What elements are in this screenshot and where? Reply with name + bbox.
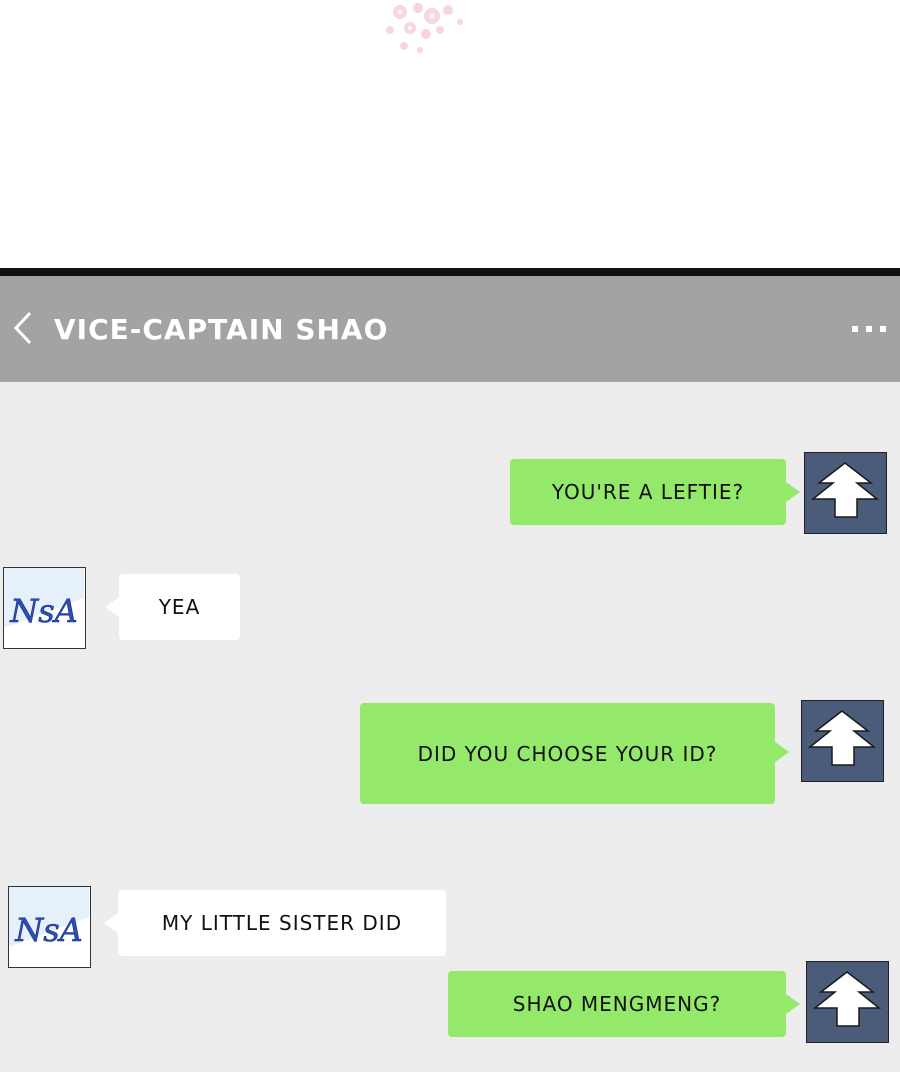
message-bubble-sent[interactable]: DID YOU CHOOSE YOUR ID?: [360, 703, 775, 804]
page-title: VICE-CAPTAIN SHAO: [54, 313, 389, 346]
bubble-tail: [775, 742, 789, 762]
top-blank-area: [0, 0, 900, 270]
chat-header: VICE-CAPTAIN SHAO: [0, 276, 900, 382]
tree-avatar-icon: [807, 710, 877, 766]
bubble-tail: [786, 994, 800, 1014]
my-avatar[interactable]: [804, 452, 887, 534]
message-text: YEA: [158, 595, 201, 619]
message-text: DID YOU CHOOSE YOUR ID?: [417, 741, 718, 766]
chat-screen: VICE-CAPTAIN SHAO YOU'RE A LEFTIE? NsA Y…: [0, 0, 900, 1072]
chevron-left-icon: [13, 311, 32, 345]
floral-decoration-icon: [386, 3, 463, 53]
message-list: YOU'RE A LEFTIE? NsA YEA DID YOU CHOOSE …: [0, 382, 900, 1072]
bubble-tail: [105, 597, 119, 617]
more-dots-icon: [852, 326, 858, 332]
nsa-avatar-icon: NsA: [9, 887, 89, 949]
my-avatar[interactable]: [801, 700, 884, 782]
avatar-initials: NsA: [9, 592, 78, 630]
more-dots-icon: [866, 326, 872, 332]
message-text: YOU'RE A LEFTIE?: [551, 480, 745, 504]
tree-avatar-icon: [812, 971, 882, 1027]
more-dots-icon: [880, 326, 886, 332]
message-bubble-sent[interactable]: SHAO MENGMENG?: [448, 971, 786, 1037]
back-button[interactable]: [8, 310, 38, 346]
bubble-tail: [786, 482, 800, 502]
avatar-initials: NsA: [14, 911, 83, 949]
bubble-tail: [104, 913, 118, 933]
more-options-button[interactable]: [850, 320, 888, 340]
message-bubble-sent[interactable]: YOU'RE A LEFTIE?: [510, 459, 786, 525]
contact-avatar[interactable]: NsA: [8, 886, 91, 968]
contact-avatar[interactable]: NsA: [3, 567, 86, 649]
message-bubble-received[interactable]: YEA: [119, 574, 240, 640]
my-avatar[interactable]: [806, 961, 889, 1043]
message-text: MY LITTLE SISTER DID: [161, 911, 403, 935]
message-bubble-received[interactable]: MY LITTLE SISTER DID: [118, 890, 446, 956]
message-text: SHAO MENGMENG?: [512, 992, 722, 1016]
tree-avatar-icon: [810, 462, 880, 518]
header-divider: [0, 268, 900, 276]
nsa-avatar-icon: NsA: [4, 568, 84, 630]
